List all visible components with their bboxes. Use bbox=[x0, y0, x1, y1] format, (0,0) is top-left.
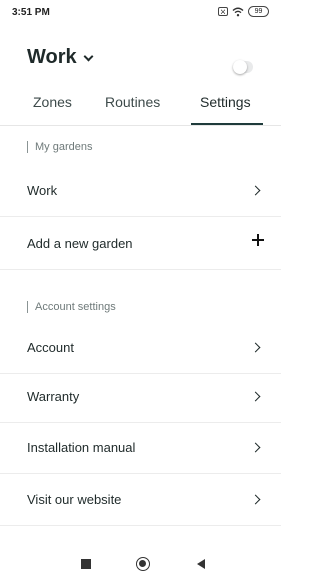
section-header-account-settings: Account settings bbox=[27, 301, 116, 313]
chevron-right-icon bbox=[250, 185, 261, 196]
garden-selector[interactable]: Work bbox=[27, 46, 94, 69]
toggle-knob bbox=[233, 60, 247, 74]
app-header: Work bbox=[0, 40, 281, 80]
list-item-warranty[interactable]: Warranty bbox=[0, 371, 281, 423]
system-nav-bar bbox=[0, 548, 281, 580]
tab-routines[interactable]: Routines bbox=[105, 94, 160, 124]
status-time: 3:51 PM bbox=[12, 7, 50, 18]
wifi-icon bbox=[232, 7, 244, 16]
add-garden-button[interactable]: Add a new garden bbox=[0, 218, 281, 270]
chevron-right-icon bbox=[250, 442, 261, 453]
section-header-my-gardens: My gardens bbox=[27, 141, 92, 153]
list-item-visit-website[interactable]: Visit our website bbox=[0, 474, 281, 526]
garden-name: Work bbox=[27, 46, 77, 68]
tab-zones[interactable]: Zones bbox=[33, 94, 72, 124]
sim-icon bbox=[218, 7, 228, 16]
list-item-label: Account bbox=[27, 340, 74, 355]
battery-icon: 99 bbox=[248, 6, 269, 17]
list-item-label: Installation manual bbox=[27, 440, 136, 455]
list-item-label: Work bbox=[27, 183, 58, 198]
status-icons: 99 bbox=[218, 6, 269, 17]
chevron-right-icon bbox=[250, 494, 261, 505]
add-garden-label: Add a new garden bbox=[27, 236, 133, 251]
plus-icon bbox=[251, 233, 265, 247]
list-item-installation-manual[interactable]: Installation manual bbox=[0, 422, 281, 474]
chevron-right-icon bbox=[250, 342, 261, 353]
chevron-down-icon bbox=[83, 51, 94, 61]
status-bar: 3:51 PM 99 bbox=[0, 0, 281, 24]
list-item-label: Warranty bbox=[27, 389, 80, 404]
list-item-label: Visit our website bbox=[27, 492, 122, 507]
tab-active-indicator bbox=[191, 123, 263, 125]
back-button[interactable] bbox=[197, 559, 205, 569]
recents-button[interactable] bbox=[81, 559, 91, 569]
list-item-garden-work[interactable]: Work bbox=[0, 165, 281, 217]
tab-settings[interactable]: Settings bbox=[200, 94, 251, 124]
tab-bar: Zones Routines Settings bbox=[0, 88, 281, 126]
list-item-account[interactable]: Account bbox=[0, 322, 281, 374]
garden-toggle[interactable] bbox=[233, 60, 253, 74]
chevron-right-icon bbox=[250, 391, 261, 402]
home-button[interactable] bbox=[136, 557, 150, 571]
